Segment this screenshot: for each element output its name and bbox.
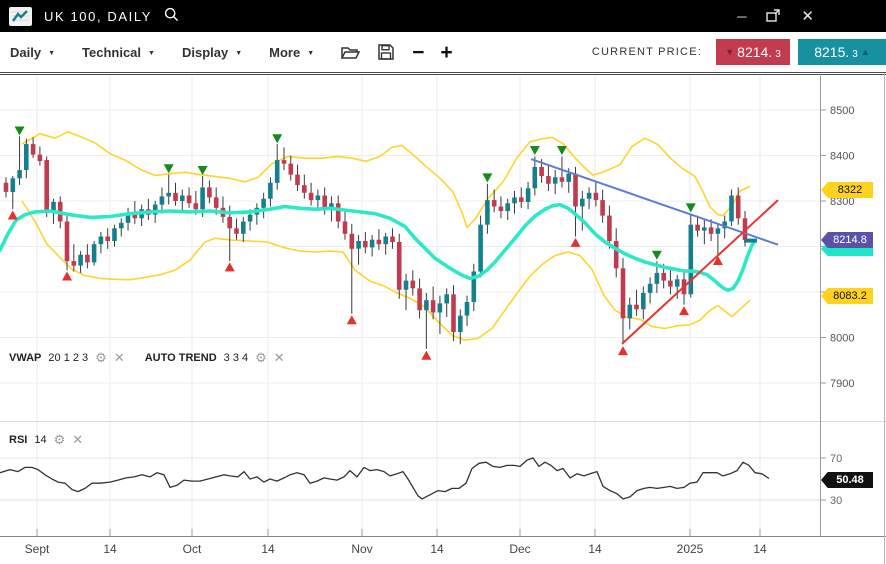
chevron-down-icon: ▼	[148, 48, 155, 57]
rsi-settings-gear-icon[interactable]: ⚙	[54, 433, 66, 446]
svg-text:14: 14	[430, 542, 444, 556]
auto-trend-remove-icon[interactable]: ✕	[274, 351, 285, 364]
svg-text:14: 14	[103, 542, 117, 556]
search-icon[interactable]	[164, 7, 179, 27]
svg-text:30: 30	[830, 495, 842, 507]
vwap-settings-gear-icon[interactable]: ⚙	[95, 351, 107, 364]
chevron-down-icon: ▼	[307, 48, 314, 57]
auto-trend-settings-gear-icon[interactable]: ⚙	[255, 351, 267, 364]
svg-text:8500: 8500	[830, 105, 854, 117]
window-titlebar: UK 100, DAILY ─ ✕	[0, 0, 886, 32]
chart-app-icon	[9, 7, 32, 26]
arrow-up-icon: ▲	[861, 47, 870, 57]
rsi-value-tag: 50.48	[821, 472, 873, 488]
sell-price-button[interactable]: ▼ 8214. 3	[716, 39, 790, 65]
auto-trend-indicator-params: 3 3 4	[224, 352, 248, 364]
chevron-down-icon: ▼	[48, 48, 55, 57]
save-icon[interactable]	[378, 44, 394, 60]
svg-text:Oct: Oct	[183, 542, 202, 556]
menu-more[interactable]: More ▼	[269, 45, 314, 60]
vwap-indicator-row: VWAP 20 1 2 3 ⚙ ✕ AUTO TREND 3 3 4 ⚙ ✕	[9, 351, 285, 364]
menu-timeframe[interactable]: Daily ▼	[10, 45, 55, 60]
window-title: UK 100, DAILY	[44, 9, 152, 24]
lower-band-price-tag: 8083.2	[821, 288, 873, 304]
rsi-indicator-row: RSI 14 ⚙ ✕	[9, 433, 83, 446]
svg-text:7900: 7900	[830, 378, 854, 390]
rsi-indicator-name: RSI	[9, 434, 27, 446]
vwap-remove-icon[interactable]: ✕	[114, 351, 125, 364]
sell-price-value: 8214.	[737, 44, 772, 60]
svg-text:Sept: Sept	[25, 542, 50, 556]
svg-text:Nov: Nov	[351, 542, 372, 556]
buy-price-value: 8215.	[814, 44, 849, 60]
last-price-tag: 8214.8	[821, 232, 873, 248]
svg-text:8400: 8400	[830, 151, 854, 163]
auto-trend-indicator-name: AUTO TREND	[145, 352, 217, 364]
minimize-button[interactable]: ─	[737, 7, 746, 25]
close-button[interactable]: ✕	[801, 7, 814, 25]
buy-price-button[interactable]: 8215. 3 ▲	[798, 39, 886, 65]
zoom-in-button[interactable]: +	[440, 42, 452, 63]
price-chart-canvas[interactable]: Sept14Oct14Nov14Dec142025148500840083008…	[0, 0, 886, 564]
svg-text:8000: 8000	[830, 333, 854, 345]
upper-band-price-tag: 8322	[821, 182, 873, 198]
popout-button[interactable]	[766, 7, 781, 25]
rsi-remove-icon[interactable]: ✕	[72, 433, 83, 446]
arrow-down-icon: ▼	[725, 47, 734, 57]
svg-text:14: 14	[753, 542, 767, 556]
zoom-out-button[interactable]: −	[412, 42, 424, 63]
chevron-down-icon: ▼	[235, 48, 242, 57]
svg-text:14: 14	[261, 542, 275, 556]
menu-technical[interactable]: Technical ▼	[82, 45, 155, 60]
current-price-label: CURRENT PRICE:	[592, 46, 702, 58]
open-folder-icon[interactable]	[341, 45, 360, 60]
svg-text:14: 14	[588, 542, 602, 556]
menu-display[interactable]: Display ▼	[182, 45, 242, 60]
svg-text:2025: 2025	[677, 542, 704, 556]
svg-text:Dec: Dec	[509, 542, 530, 556]
chart-toolbar: Daily ▼ Technical ▼ Display ▼ More ▼ − +…	[0, 32, 886, 73]
vwap-indicator-params: 20 1 2 3	[48, 352, 88, 364]
vwap-indicator-name: VWAP	[9, 352, 41, 364]
svg-text:70: 70	[830, 453, 842, 465]
rsi-indicator-params: 14	[34, 434, 46, 446]
